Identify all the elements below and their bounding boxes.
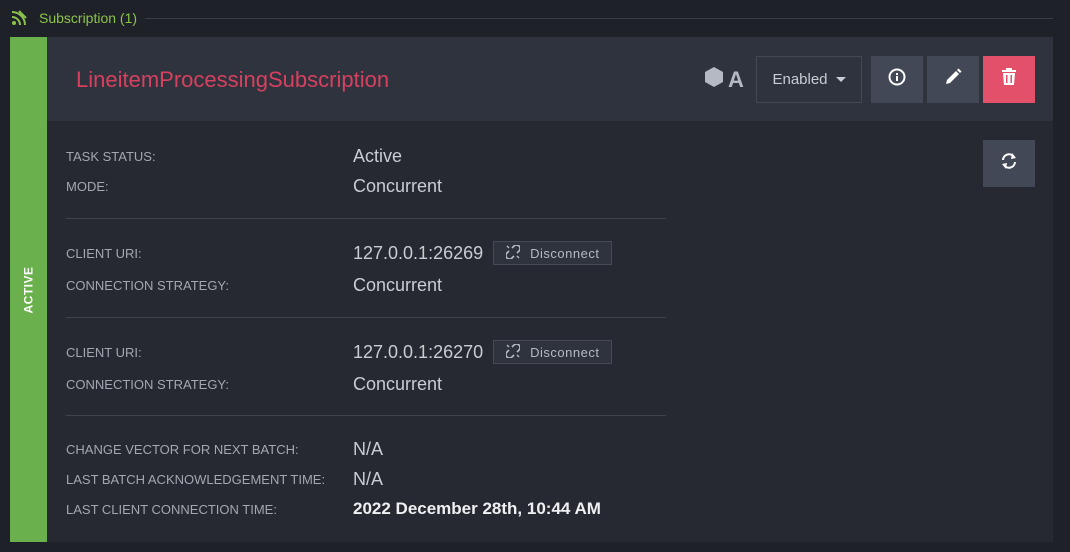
client-uri-text: 127.0.0.1:26269: [353, 242, 484, 263]
status-strip: ACTIVE: [10, 37, 47, 542]
client-uri-label: CLIENT URI:: [66, 245, 142, 261]
section-divider: [145, 18, 1053, 19]
hexagon-icon: [704, 66, 724, 93]
refresh-icon: [1000, 152, 1018, 175]
change-vector-label: CHANGE VECTOR FOR NEXT BATCH:: [66, 441, 299, 457]
connection-time-value: 2022 December 28th, 10:44 AM: [353, 499, 601, 518]
ack-time-row: LAST BATCH ACKNOWLEDGEMENT TIME: N/A: [66, 464, 666, 494]
task-status-label: TASK STATUS:: [66, 148, 156, 164]
disconnect-label: Disconnect: [530, 344, 600, 360]
client-uri-label: CLIENT URI:: [66, 344, 142, 360]
state-dropdown[interactable]: Enabled: [756, 56, 862, 103]
connection-time-label: LAST CLIENT CONNECTION TIME:: [66, 501, 277, 517]
pencil-icon: [944, 68, 962, 91]
broken-link-icon: [505, 243, 521, 262]
disconnect-button[interactable]: Disconnect: [493, 340, 613, 364]
status-label: ACTIVE: [21, 265, 36, 314]
disconnect-button[interactable]: Disconnect: [493, 241, 613, 265]
connection-strategy-value: Concurrent: [353, 373, 443, 394]
connection-strategy-value: Concurrent: [353, 274, 443, 295]
connection-strategy-row: CONNECTION STRATEGY: Concurrent: [66, 369, 666, 399]
node-tag: A: [728, 66, 744, 92]
mode-label: MODE:: [66, 178, 109, 194]
task-status-row: TASK STATUS: Active: [66, 141, 666, 171]
client-uri-value: 127.0.0.1:26270 Disconnect: [353, 340, 613, 364]
change-vector-value: N/A: [353, 438, 384, 459]
mode-value: Concurrent: [353, 175, 443, 196]
refresh-button[interactable]: [983, 140, 1035, 187]
section-separator: [66, 218, 666, 219]
subscription-card: ACTIVE LineitemProcessingSubscription A …: [10, 37, 1053, 542]
ack-time-value: N/A: [353, 468, 384, 489]
client-uri-value: 127.0.0.1:26269 Disconnect: [353, 241, 613, 265]
connection-time-row: LAST CLIENT CONNECTION TIME: 2022 Decemb…: [66, 494, 666, 524]
caret-down-icon: [835, 77, 846, 82]
section-separator: [66, 317, 666, 318]
ack-time-label: LAST BATCH ACKNOWLEDGEMENT TIME:: [66, 471, 326, 487]
client-uri-row: CLIENT URI: 127.0.0.1:26269 Disconnect: [66, 238, 666, 268]
card-header: LineitemProcessingSubscription A Enabled: [47, 37, 1053, 121]
state-dropdown-label: Enabled: [772, 71, 828, 88]
mode-row: MODE: Concurrent: [66, 171, 666, 201]
connection-strategy-label: CONNECTION STRATEGY:: [66, 376, 229, 392]
delete-button[interactable]: [983, 56, 1035, 103]
connection-strategy-label: CONNECTION STRATEGY:: [66, 277, 229, 293]
edit-button[interactable]: [927, 56, 979, 103]
trash-icon: [1001, 68, 1017, 91]
connection-strategy-row: CONNECTION STRATEGY: Concurrent: [66, 270, 666, 300]
info-button[interactable]: [871, 56, 923, 103]
section-separator: [66, 415, 666, 416]
client-uri-text: 127.0.0.1:26270: [353, 341, 484, 362]
subscription-feed-icon: [10, 9, 28, 27]
change-vector-row: CHANGE VECTOR FOR NEXT BATCH: N/A: [66, 434, 666, 464]
section-header: Subscription (1): [10, 6, 1053, 30]
responsible-node: A: [704, 66, 744, 93]
client-uri-row: CLIENT URI: 127.0.0.1:26270 Disconnect: [66, 337, 666, 367]
section-title: Subscription (1): [39, 10, 138, 26]
disconnect-label: Disconnect: [530, 245, 600, 261]
info-icon: [888, 68, 906, 91]
task-status-value: Active: [353, 145, 403, 166]
subscription-name[interactable]: LineitemProcessingSubscription: [76, 67, 389, 93]
broken-link-icon: [505, 342, 521, 361]
